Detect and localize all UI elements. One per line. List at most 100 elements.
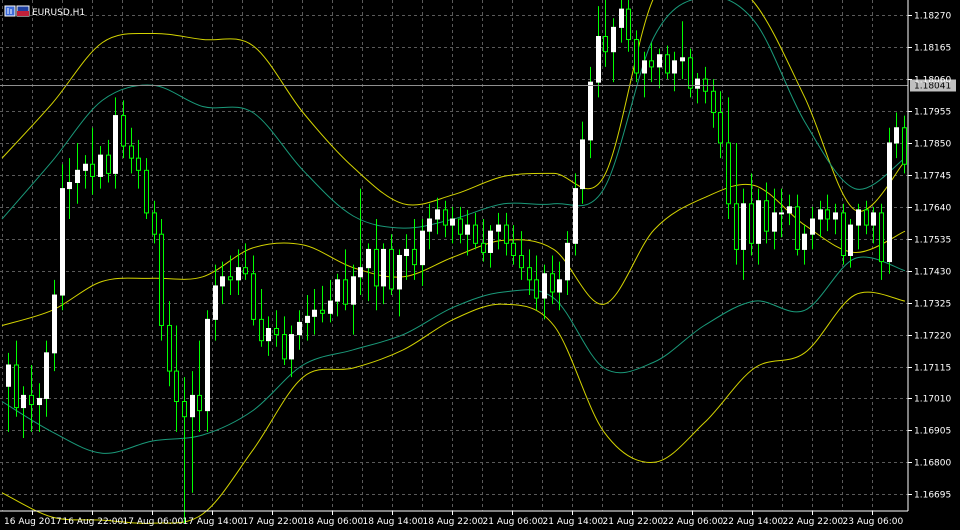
bull-candle-body: [312, 309, 317, 317]
bear-candle-body: [136, 157, 141, 171]
bull-candle-body: [672, 60, 677, 74]
y-tick-label: 1.17640: [914, 204, 951, 214]
bull-candle-body: [856, 209, 861, 226]
bear-candle-body: [90, 163, 95, 177]
bull-candle-body: [450, 218, 455, 226]
chart-icon: [4, 5, 16, 17]
bull-candle-body: [557, 279, 562, 293]
bull-candle-body: [802, 233, 807, 250]
x-tick-label: 17 Aug 14:00: [183, 517, 244, 527]
bear-candle-body: [841, 212, 846, 257]
bull-candle-body: [98, 154, 103, 177]
bear-candle-body: [129, 145, 134, 159]
bear-candle-body: [167, 324, 172, 372]
bear-candle-body: [473, 224, 478, 244]
bull-candle-body: [611, 26, 616, 53]
y-tick-label: 1.16905: [914, 427, 951, 437]
bull-candle-body: [772, 212, 777, 232]
y-tick-label: 1.17220: [914, 332, 951, 342]
bull-candle-body: [465, 224, 470, 235]
bear-candle-body: [374, 248, 379, 287]
y-tick-label: 1.17010: [914, 395, 951, 405]
bear-candle-body: [443, 209, 448, 226]
x-tick-label: 16 Aug 2017: [4, 517, 62, 527]
bull-candle-body: [596, 36, 601, 83]
y-tick-label: 1.18165: [914, 44, 951, 54]
bear-candle-body: [864, 209, 869, 226]
y-tick-label: 1.18060: [914, 76, 951, 86]
x-tick-label: 21 Aug 06:00: [483, 517, 544, 527]
bull-candle-body: [818, 209, 823, 220]
bull-candle-body: [496, 224, 501, 232]
bear-candle-body: [527, 267, 532, 281]
bull-candle-body: [488, 230, 493, 253]
x-tick-label: 23 Aug 06:00: [843, 517, 904, 527]
bear-candle-body: [825, 209, 830, 220]
bull-candle-body: [236, 267, 241, 281]
bear-candle-body: [879, 212, 884, 263]
y-tick-label: 1.16695: [914, 491, 951, 501]
bear-candle-body: [282, 334, 287, 360]
bull-candle-body: [6, 364, 11, 387]
bull-candle-body: [741, 203, 746, 250]
x-tick-label: 18 Aug 22:00: [423, 517, 484, 527]
x-tick-label: 17 Aug 22:00: [243, 517, 304, 527]
bear-candle-body: [243, 267, 248, 275]
y-tick-label: 1.17955: [914, 108, 951, 118]
candle: [887, 127, 892, 274]
y-tick-label: 1.17850: [914, 140, 951, 150]
bull-candle-body: [420, 230, 425, 266]
bull-candle-body: [427, 218, 432, 232]
bull-candle-body: [44, 352, 49, 399]
x-tick-label: 21 Aug 14:00: [543, 517, 604, 527]
bear-candle-body: [197, 394, 202, 412]
bear-candle-body: [152, 212, 157, 235]
bear-candle-body: [228, 276, 233, 281]
bear-candle-body: [389, 248, 394, 290]
bear-candle-body: [764, 200, 769, 232]
bear-candle-body: [320, 309, 325, 314]
bull-candle-body: [756, 200, 761, 244]
bull-candle-body: [289, 334, 294, 360]
bear-candle-body: [14, 364, 19, 409]
bear-candle-body: [106, 154, 111, 174]
bear-candle-body: [534, 279, 539, 299]
bull-candle-body: [205, 318, 210, 412]
bear-candle-body: [711, 90, 716, 114]
candle: [159, 219, 164, 341]
bull-candle-body: [83, 163, 88, 171]
bull-candle-body: [328, 300, 333, 314]
bull-candle-body: [297, 321, 302, 336]
bear-candle-body: [144, 169, 149, 214]
bear-candle-body: [519, 255, 524, 269]
bull-candle-body: [787, 206, 792, 214]
bull-candle-body: [657, 54, 662, 68]
bull-candle-body: [220, 276, 225, 287]
x-tick-label: 17 Aug 06:00: [123, 517, 184, 527]
x-tick-label: 18 Aug 14:00: [363, 517, 424, 527]
x-tick-label: 16 Aug 22:00: [63, 517, 124, 527]
bull-candle-body: [60, 188, 65, 296]
eurusd-h1-chart[interactable]: 1.18041 1.182701.181651.180601.179551.17…: [0, 0, 960, 530]
bear-candle-body: [174, 370, 179, 403]
bull-candle-body: [305, 315, 310, 323]
bull-candle-body: [894, 127, 899, 144]
bull-candle-body: [335, 279, 340, 302]
bear-candle-body: [665, 54, 670, 74]
bull-candle-body: [113, 115, 118, 174]
bull-candle-body: [75, 169, 80, 183]
y-tick-label: 1.17535: [914, 236, 951, 246]
bull-candle-body: [266, 328, 271, 342]
bear-candle-body: [649, 60, 654, 68]
bear-candle-body: [182, 401, 187, 418]
bear-candle-body: [718, 112, 723, 144]
y-tick-label: 1.17115: [914, 364, 951, 374]
bear-candle-body: [504, 224, 509, 244]
bear-candle-body: [458, 218, 463, 235]
bear-candle-body: [481, 242, 486, 253]
bull-candle-body: [435, 209, 440, 220]
y-tick-label: 1.16800: [914, 459, 951, 469]
bull-candle-body: [381, 248, 386, 287]
bear-candle-body: [251, 273, 256, 320]
bear-candle-body: [511, 242, 516, 256]
